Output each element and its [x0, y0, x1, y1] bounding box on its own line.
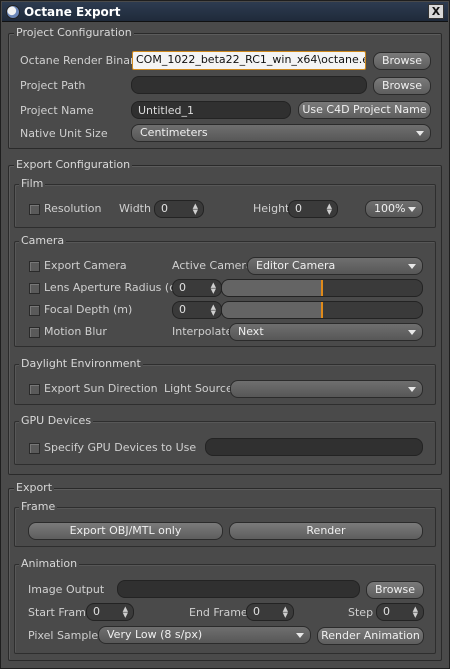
export-obj-mtl-button[interactable]: Export OBJ/MTL only — [28, 522, 223, 540]
stepper-arrows-icon: ▲ ▼ — [282, 605, 288, 619]
render-binary-label: Octane Render Binary — [20, 54, 141, 67]
slider-fill — [222, 302, 322, 318]
scale-dropdown[interactable]: 100% — [365, 200, 423, 218]
focal-depth-label: Focal Depth (m) — [44, 303, 133, 316]
chevron-down-icon — [408, 207, 416, 212]
export-camera-label: Export Camera — [44, 259, 127, 272]
lens-aperture-value: 0 — [179, 281, 186, 294]
project-path-label: Project Path — [20, 79, 86, 92]
render-animation-button[interactable]: Render Animation — [317, 627, 424, 645]
pixel-samples-label: Pixel Samples — [28, 629, 104, 642]
specify-gpu-label: Specify GPU Devices to Use — [44, 441, 197, 454]
unit-size-dropdown[interactable]: Centimeters — [131, 124, 431, 142]
active-camera-value: Editor Camera — [256, 259, 336, 272]
stepper-arrows-icon: ▲ ▼ — [326, 202, 332, 216]
browse-path-button[interactable]: Browse — [373, 77, 431, 95]
pixel-samples-dropdown[interactable]: Very Low (8 s/px) — [98, 626, 311, 644]
specify-gpu-checkbox[interactable] — [29, 443, 40, 454]
active-camera-label: Active Camera — [172, 259, 253, 272]
chevron-down-icon — [296, 633, 304, 638]
light-source-label: Light Source — [164, 382, 233, 395]
focal-depth-stepper[interactable]: 0 ▲ ▼ — [172, 301, 222, 319]
stepper-arrows-icon: ▲ ▼ — [210, 303, 216, 317]
chevron-down-icon — [416, 131, 424, 136]
camera-title: Camera — [19, 234, 67, 247]
resolution-label: Resolution — [44, 202, 102, 215]
project-name-label: Project Name — [20, 104, 94, 117]
browse-output-button[interactable]: Browse — [366, 581, 424, 599]
export-configuration-title: Export Configuration — [14, 158, 133, 171]
start-frame-value: 0 — [93, 605, 100, 618]
project-path-field[interactable] — [131, 76, 367, 94]
export-sun-checkbox[interactable] — [29, 384, 40, 395]
slider-marker[interactable] — [321, 302, 323, 318]
chevron-down-icon — [408, 387, 416, 392]
stepper-arrows-icon: ▲ ▼ — [192, 202, 198, 216]
daylight-title: Daylight Environment — [19, 357, 143, 370]
close-button[interactable]: X — [428, 4, 444, 19]
browse-binary-button[interactable]: Browse — [373, 52, 431, 70]
project-name-field[interactable]: Untitled_1 — [131, 101, 291, 119]
export-sun-label: Export Sun Direction — [44, 382, 158, 395]
chevron-down-icon — [408, 264, 416, 269]
lens-aperture-label: Lens Aperture Radius (cm) — [44, 281, 191, 294]
lens-aperture-checkbox[interactable] — [29, 283, 40, 294]
interpolate-dropdown[interactable]: Next — [229, 323, 423, 341]
end-frame-stepper[interactable]: 0 ▲ ▼ — [246, 603, 294, 621]
slider-marker[interactable] — [321, 280, 323, 296]
app-icon — [6, 5, 20, 19]
image-output-field[interactable] — [117, 580, 360, 598]
end-frame-label: End Frame — [189, 606, 248, 619]
lens-aperture-stepper[interactable]: 0 ▲ ▼ — [172, 279, 222, 297]
render-button[interactable]: Render — [229, 522, 423, 540]
stepper-arrows-icon: ▲ ▼ — [412, 605, 418, 619]
unit-size-label: Native Unit Size — [20, 127, 108, 140]
end-frame-value: 0 — [253, 605, 260, 618]
project-configuration-title: Project Configuration — [14, 26, 134, 39]
slider-fill — [222, 280, 322, 296]
height-value: 0 — [295, 202, 302, 215]
stepper-arrows-icon: ▲ ▼ — [122, 605, 128, 619]
chevron-down-icon — [408, 330, 416, 335]
octane-export-window: Octane Export X Project Configuration Oc… — [0, 0, 450, 669]
start-frame-label: Start Frame — [28, 606, 93, 619]
light-source-dropdown[interactable] — [230, 380, 423, 398]
interpolate-value: Next — [238, 325, 264, 338]
stepper-arrows-icon: ▲ ▼ — [210, 281, 216, 295]
focal-depth-checkbox[interactable] — [29, 305, 40, 316]
export-camera-checkbox[interactable] — [29, 261, 40, 272]
active-camera-dropdown[interactable]: Editor Camera — [247, 257, 423, 275]
step-label: Step — [348, 606, 374, 619]
resolution-checkbox[interactable] — [29, 204, 40, 215]
step-stepper[interactable]: 0 ▲ ▼ — [376, 603, 424, 621]
focal-depth-value: 0 — [179, 303, 186, 316]
focal-depth-slider[interactable] — [221, 301, 423, 319]
unit-size-value: Centimeters — [140, 126, 208, 139]
render-binary-field[interactable]: COM_1022_beta22_RC1_win_x64\octane.exe — [132, 51, 366, 70]
width-value: 0 — [161, 202, 168, 215]
gpu-devices-field[interactable] — [205, 438, 423, 456]
use-c4d-project-name-button[interactable]: Use C4D Project Name — [298, 101, 431, 119]
window-title: Octane Export — [24, 5, 121, 19]
width-label: Width — [119, 202, 151, 215]
interpolate-label: Interpolate — [172, 325, 233, 338]
scale-value: 100% — [374, 202, 406, 215]
lens-aperture-slider[interactable] — [221, 279, 423, 297]
step-value: 0 — [383, 605, 390, 618]
start-frame-stepper[interactable]: 0 ▲ ▼ — [86, 603, 134, 621]
frame-title: Frame — [19, 500, 58, 513]
height-stepper[interactable]: 0 ▲ ▼ — [288, 200, 338, 218]
motion-blur-label: Motion Blur — [44, 325, 107, 338]
gpu-devices-title: GPU Devices — [19, 414, 94, 427]
height-label: Height — [253, 202, 290, 215]
export-title: Export — [14, 481, 55, 494]
film-title: Film — [19, 177, 46, 190]
title-bar[interactable]: Octane Export X — [2, 2, 448, 22]
animation-title: Animation — [19, 557, 80, 570]
image-output-label: Image Output — [28, 583, 105, 596]
motion-blur-checkbox[interactable] — [29, 327, 40, 338]
width-stepper[interactable]: 0 ▲ ▼ — [154, 200, 204, 218]
pixel-samples-value: Very Low (8 s/px) — [107, 628, 203, 641]
